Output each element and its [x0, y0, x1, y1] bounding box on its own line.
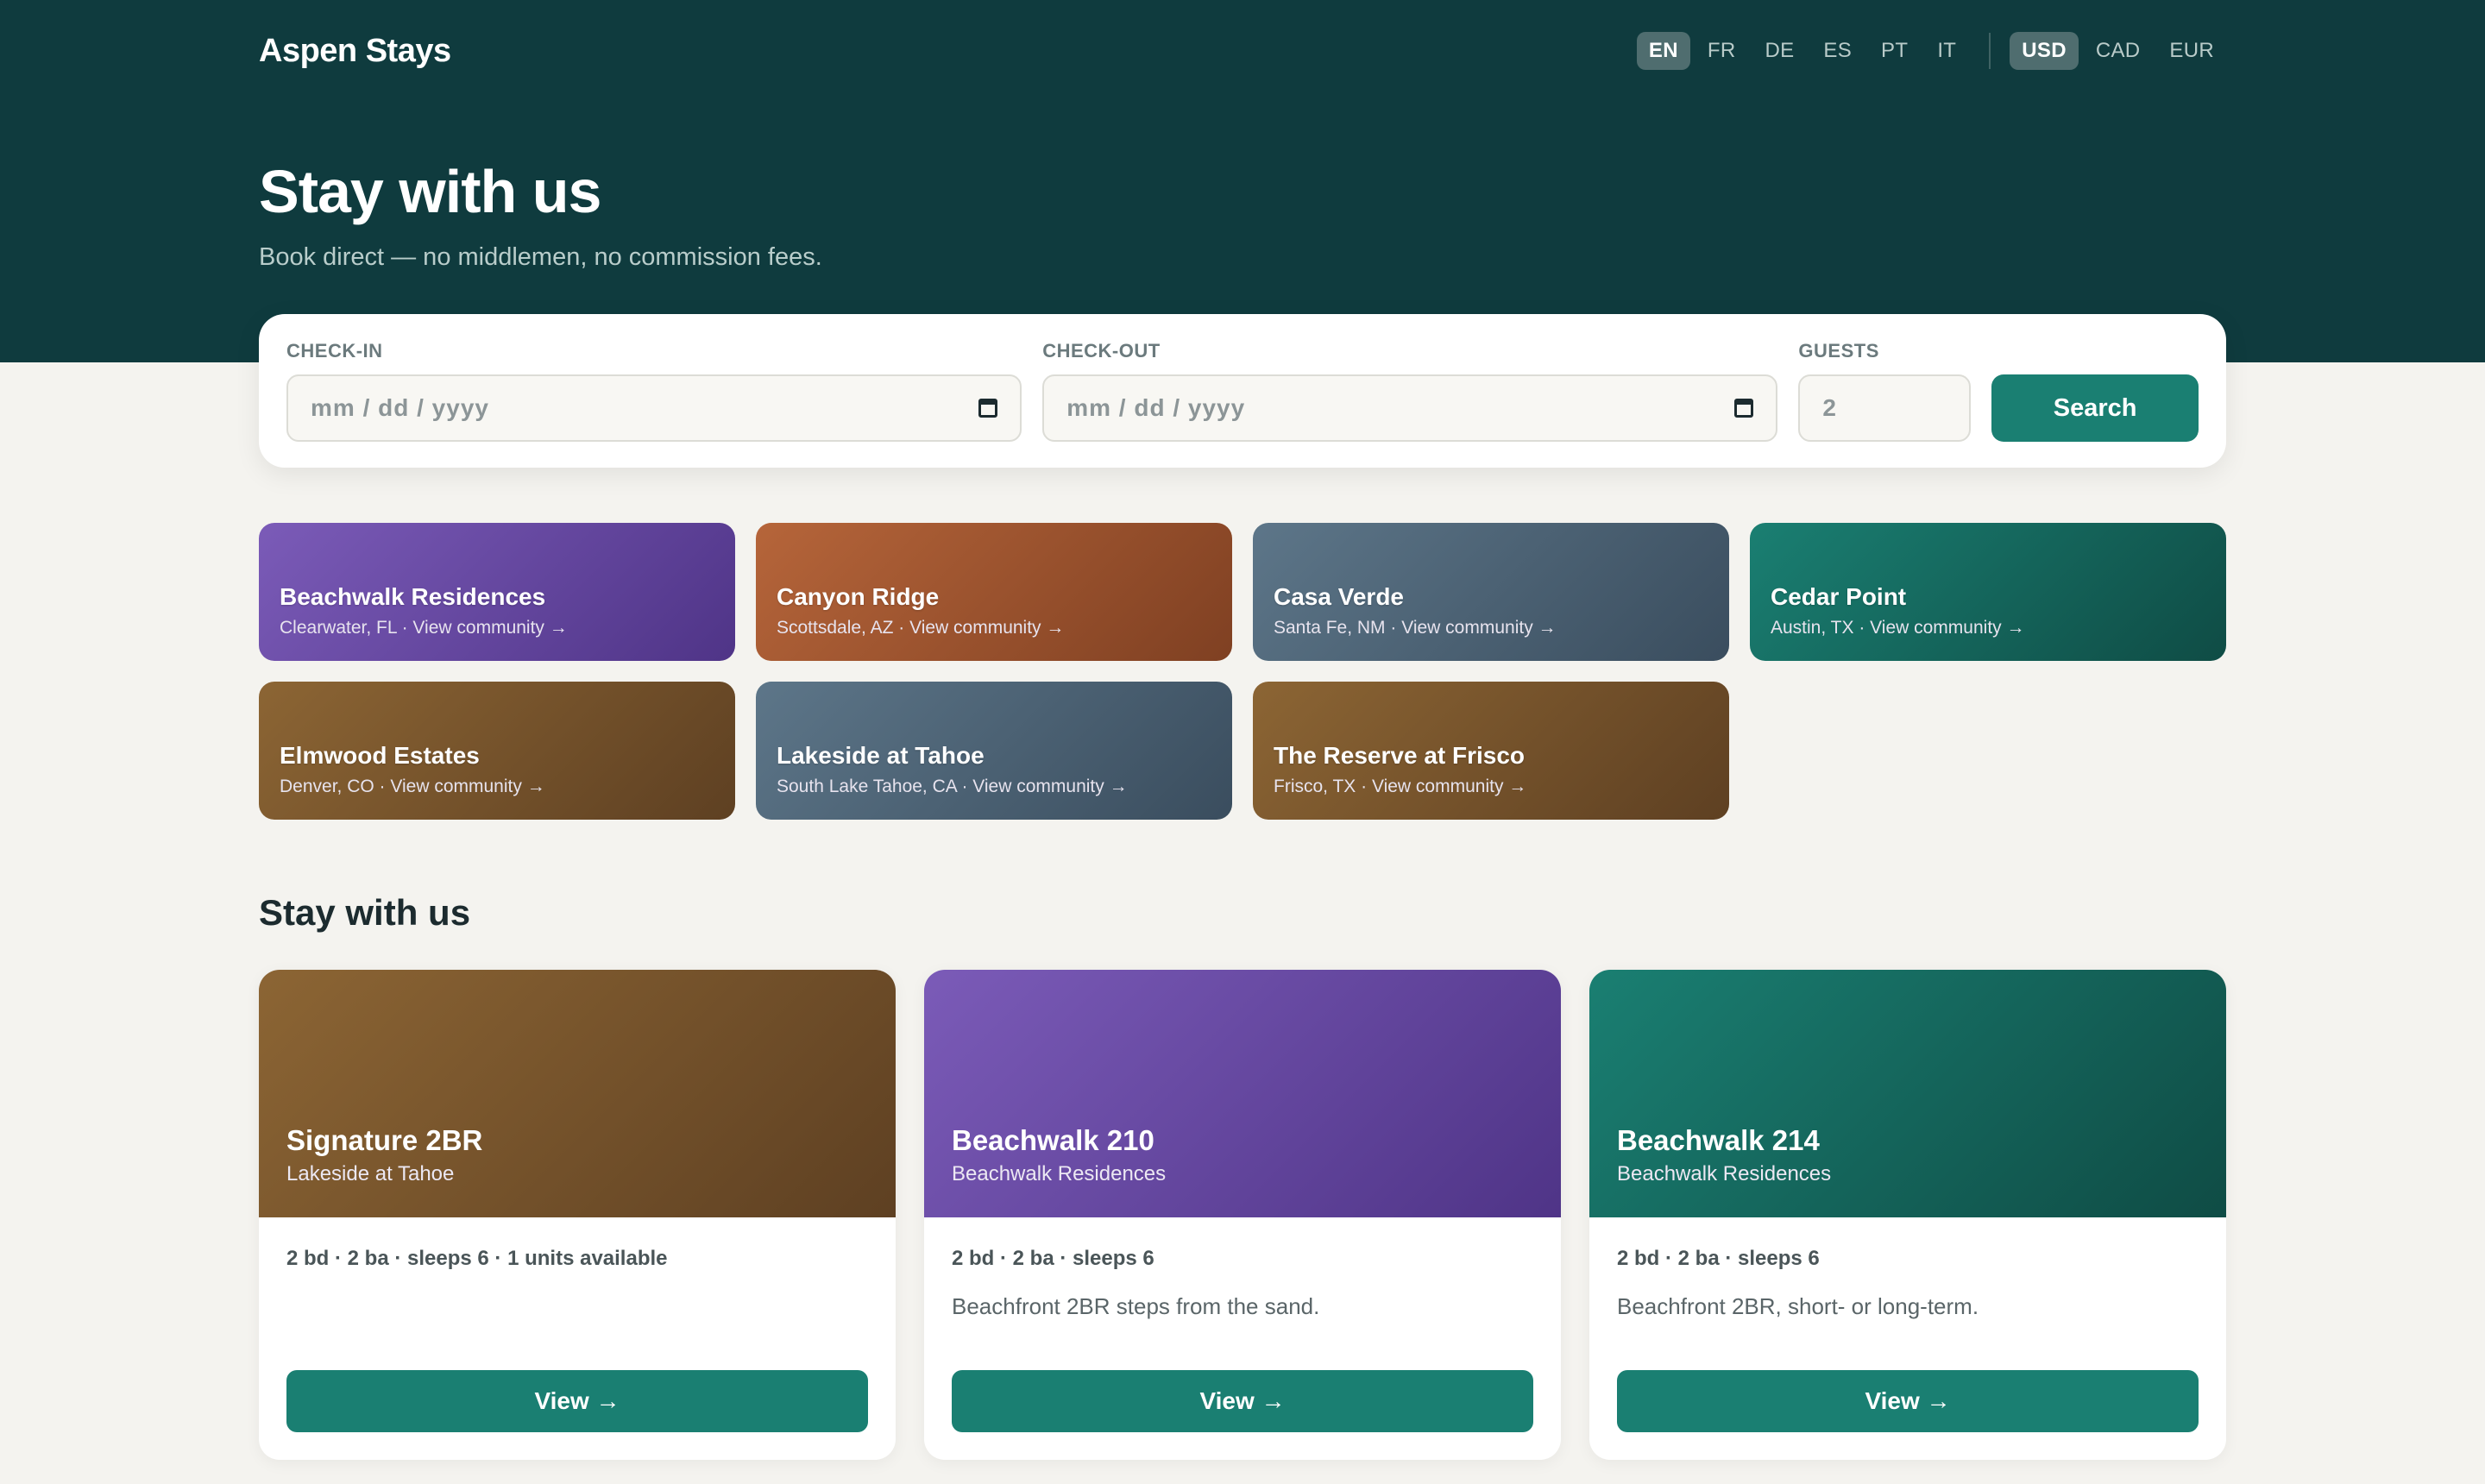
community-name: Casa Verde [1274, 583, 1404, 610]
calendar-icon[interactable] [1734, 399, 1754, 418]
community-card-lakeside-at-tahoe[interactable]: Lakeside at Tahoe South Lake Tahoe, CA ·… [756, 682, 1232, 820]
language-de[interactable]: DE [1752, 32, 1806, 70]
community-name: The Reserve at Frisco [1274, 742, 1526, 769]
listing-image[interactable]: Beachwalk 210 Beachwalk Residences [924, 970, 1561, 1217]
page-subtitle: Book direct — no middlemen, no commissio… [259, 243, 822, 271]
checkout-field: CHECK-OUT mm / dd / yyyy [1042, 340, 1778, 442]
language-fr[interactable]: FR [1695, 32, 1748, 70]
checkout-input[interactable]: mm / dd / yyyy [1042, 374, 1778, 442]
community-name: Beachwalk Residences [280, 583, 546, 610]
community-meta: South Lake Tahoe, CA · View community → [777, 777, 1128, 796]
listing-name: Beachwalk 214 [1617, 1124, 1820, 1156]
top-bar: Aspen Stays EN FR DE ES PT IT USD CAD EU… [259, 29, 2226, 72]
community-name: Lakeside at Tahoe [777, 742, 985, 769]
currency-usd[interactable]: USD [2010, 32, 2079, 70]
community-meta: Santa Fe, NM · View community → [1274, 618, 1557, 638]
community-card-elmwood-estates[interactable]: Elmwood Estates Denver, CO · View commun… [259, 682, 735, 820]
community-meta: Clearwater, FL · View community → [280, 618, 568, 638]
listing-card-beachwalk-210: Beachwalk 210 Beachwalk Residences 2 bd … [924, 970, 1561, 1460]
view-listing-button[interactable]: View → [1617, 1370, 2199, 1432]
listing-card-signature-2br: Signature 2BR Lakeside at Tahoe 2 bd · 2… [259, 970, 896, 1460]
listing-specs: 2 bd · 2 ba · sleeps 6 [1617, 1247, 1820, 1270]
brand-logo[interactable]: Aspen Stays [259, 33, 451, 70]
listing-name: Beachwalk 210 [952, 1124, 1154, 1156]
listing-image[interactable]: Beachwalk 214 Beachwalk Residences [1589, 970, 2226, 1217]
community-grid: Beachwalk Residences Clearwater, FL · Vi… [259, 523, 2226, 820]
listing-body: 2 bd · 2 ba · sleeps 6 · 1 units availab… [259, 1217, 896, 1271]
guests-field: GUESTS 2 [1798, 340, 1972, 442]
section-title: Stay with us [259, 892, 471, 933]
guests-input[interactable]: 2 [1798, 374, 1972, 442]
currency-cad[interactable]: CAD [2084, 32, 2153, 70]
community-meta: Austin, TX · View community → [1771, 618, 2025, 638]
switcher-divider [1989, 33, 1991, 69]
listing-specs: 2 bd · 2 ba · sleeps 6 [952, 1247, 1154, 1270]
community-card-canyon-ridge[interactable]: Canyon Ridge Scottsdale, AZ · View commu… [756, 523, 1232, 661]
currency-eur[interactable]: EUR [2157, 32, 2226, 70]
community-name: Elmwood Estates [280, 742, 480, 769]
listing-community: Beachwalk Residences [1617, 1162, 1832, 1185]
listing-description: Beachfront 2BR steps from the sand. [952, 1293, 1320, 1319]
checkin-input[interactable]: mm / dd / yyyy [286, 374, 1022, 442]
locale-switchers: EN FR DE ES PT IT USD CAD EUR [1632, 32, 2226, 70]
language-es[interactable]: ES [1811, 32, 1864, 70]
calendar-icon[interactable] [978, 399, 998, 418]
listing-body: 2 bd · 2 ba · sleeps 6 Beachfront 2BR st… [924, 1217, 1561, 1320]
listing-specs: 2 bd · 2 ba · sleeps 6 · 1 units availab… [286, 1247, 668, 1270]
checkin-field: CHECK-IN mm / dd / yyyy [286, 340, 1022, 442]
listing-grid: Signature 2BR Lakeside at Tahoe 2 bd · 2… [259, 970, 2226, 1460]
checkin-placeholder: mm / dd / yyyy [311, 394, 489, 421]
listing-name: Signature 2BR [286, 1124, 483, 1156]
community-meta: Denver, CO · View community → [280, 777, 545, 796]
listing-description: Beachfront 2BR, short- or long-term. [1617, 1293, 1979, 1319]
checkout-label: CHECK-OUT [1042, 340, 1161, 362]
search-button[interactable]: Search [1991, 374, 2199, 442]
guests-label: GUESTS [1798, 340, 1879, 362]
community-card-the-reserve-at-frisco[interactable]: The Reserve at Frisco Frisco, TX · View … [1253, 682, 1729, 820]
listing-image[interactable]: Signature 2BR Lakeside at Tahoe [259, 970, 896, 1217]
community-card-cedar-point[interactable]: Cedar Point Austin, TX · View community … [1750, 523, 2226, 661]
language-pt[interactable]: PT [1869, 32, 1920, 70]
checkin-label: CHECK-IN [286, 340, 383, 362]
community-card-beachwalk-residences[interactable]: Beachwalk Residences Clearwater, FL · Vi… [259, 523, 735, 661]
listing-community: Lakeside at Tahoe [286, 1162, 455, 1185]
community-name: Canyon Ridge [777, 583, 940, 610]
view-listing-button[interactable]: View → [286, 1370, 868, 1432]
guests-value: 2 [1822, 394, 1837, 421]
listing-community: Beachwalk Residences [952, 1162, 1167, 1185]
checkout-placeholder: mm / dd / yyyy [1066, 394, 1246, 421]
search-card: CHECK-IN mm / dd / yyyy CHECK-OUT mm / d… [259, 314, 2226, 468]
page-title: Stay with us [259, 158, 601, 225]
community-card-casa-verde[interactable]: Casa Verde Santa Fe, NM · View community… [1253, 523, 1729, 661]
view-listing-button[interactable]: View → [952, 1370, 1533, 1432]
listing-body: 2 bd · 2 ba · sleeps 6 Beachfront 2BR, s… [1589, 1217, 2226, 1320]
community-name: Cedar Point [1771, 583, 1907, 610]
language-it[interactable]: IT [1925, 32, 1968, 70]
listing-card-beachwalk-214: Beachwalk 214 Beachwalk Residences 2 bd … [1589, 970, 2226, 1460]
community-meta: Scottsdale, AZ · View community → [777, 618, 1065, 638]
language-en[interactable]: EN [1636, 32, 1690, 70]
community-meta: Frisco, TX · View community → [1274, 777, 1527, 796]
